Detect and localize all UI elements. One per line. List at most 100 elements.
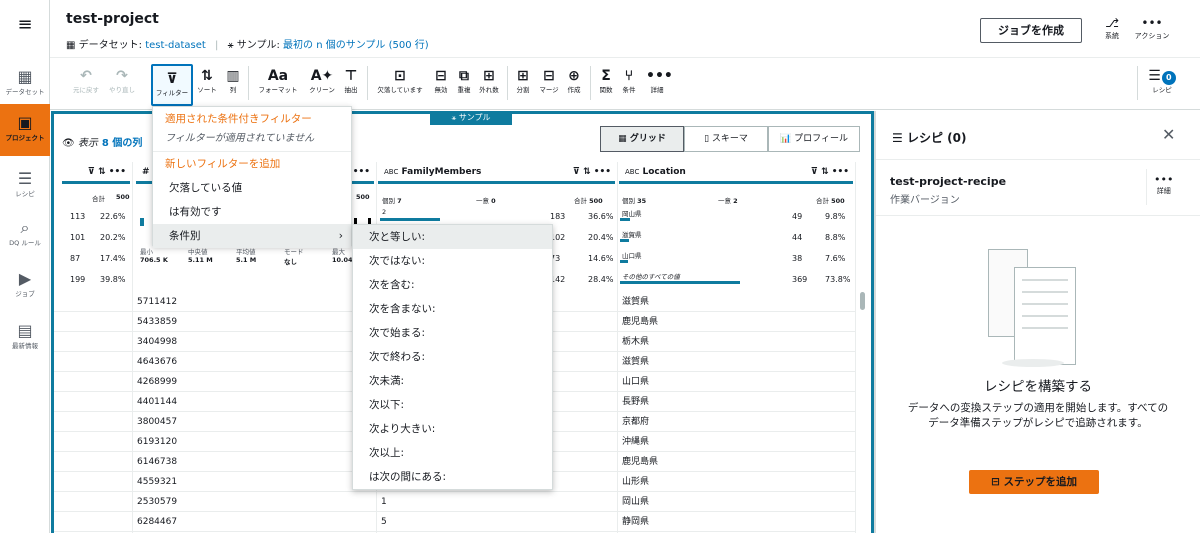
stat-percent: 36.6% bbox=[588, 212, 614, 221]
table-cell[interactable]: 1 bbox=[377, 492, 617, 512]
menu-item-condition[interactable]: 次以下: bbox=[353, 393, 552, 417]
create-button[interactable]: ⊕ 作成 bbox=[563, 63, 585, 105]
column-button[interactable]: ▥ 列 bbox=[221, 63, 245, 105]
split-button[interactable]: ⊞ 分割 bbox=[512, 63, 534, 105]
invalid-button[interactable]: ⊟ 無効 bbox=[430, 63, 452, 105]
scrollbar[interactable] bbox=[860, 292, 865, 310]
dataset-info: ▦ データセット: test-dataset | ⚹ サンプル: 最初の n 個… bbox=[66, 40, 429, 51]
table-cell[interactable]: 山形県 bbox=[618, 472, 855, 492]
menu-item-valid[interactable]: は有効です bbox=[153, 200, 351, 224]
column-controls-icon[interactable]: ⊽ ⇅ ••• bbox=[573, 162, 611, 182]
extract-icon: ⊤ bbox=[344, 68, 358, 84]
menu-item-condition[interactable]: 次を含む: bbox=[353, 273, 552, 297]
table-cell[interactable]: 3404998 bbox=[133, 332, 376, 352]
duplicate-button[interactable]: ⧉ 重複 bbox=[453, 63, 475, 105]
table-cell[interactable]: 岡山県 bbox=[618, 492, 855, 512]
nav-item-projects[interactable]: ▣ プロジェクト bbox=[0, 104, 50, 156]
table-cell[interactable]: 京都府 bbox=[618, 412, 855, 432]
column-controls-icon[interactable]: ⊽ ⇅ ••• bbox=[88, 162, 126, 182]
column-controls-icon[interactable]: ⊽ ⇅ ••• bbox=[811, 162, 849, 182]
schema-view-button[interactable]: ▯ スキーマ bbox=[684, 126, 768, 152]
table-cell[interactable]: 長野県 bbox=[618, 392, 855, 412]
grid-view-button[interactable]: ▦ グリッド bbox=[600, 126, 684, 152]
dataset-link[interactable]: test-dataset bbox=[145, 40, 206, 51]
nav-item-jobs[interactable]: ▶ ジョブ bbox=[0, 264, 50, 314]
menu-item-condition[interactable]: は次の間にある: bbox=[353, 465, 552, 489]
table-cell bbox=[54, 292, 132, 312]
schema-icon: ▯ bbox=[704, 134, 712, 144]
table-cell[interactable]: 滋賀県 bbox=[618, 292, 855, 312]
close-icon[interactable]: ✕ bbox=[1162, 125, 1175, 144]
profile-view-button[interactable]: 📊 プロフィール bbox=[768, 126, 860, 152]
menu-item-missing-values[interactable]: 欠落している値 bbox=[153, 176, 351, 200]
table-cell[interactable]: 5433859 bbox=[133, 312, 376, 332]
menu-item-condition[interactable]: 次と等しい: bbox=[353, 225, 552, 249]
menu-item-condition[interactable]: 次より大きい: bbox=[353, 417, 552, 441]
table-cell[interactable]: 沖縄県 bbox=[618, 432, 855, 452]
recipe-icon: ☰ 0 bbox=[1142, 66, 1182, 86]
stat-percent: 20.2% bbox=[100, 233, 126, 242]
table-cell[interactable]: 5711412 bbox=[133, 292, 376, 312]
nav-item-dq-rules[interactable]: ⌕ DQ ルール bbox=[0, 213, 50, 263]
missing-button[interactable]: ⊡ 欠落しています bbox=[372, 63, 428, 105]
column-header-location[interactable]: ABC Location ⊽ ⇅ ••• bbox=[619, 162, 853, 184]
table-cell[interactable]: 6193120 bbox=[133, 432, 376, 452]
menu-item-by-condition[interactable]: 条件別 › bbox=[153, 224, 351, 248]
table-cell[interactable]: 6146738 bbox=[133, 452, 376, 472]
nav-item-recipes[interactable]: ☰ レシピ bbox=[0, 164, 50, 214]
table-cell bbox=[54, 452, 132, 472]
table-cell[interactable]: 4559321 bbox=[133, 472, 376, 492]
extract-button[interactable]: ⊤ 抽出 bbox=[340, 63, 362, 105]
table-cell[interactable]: 6284467 bbox=[133, 512, 376, 532]
table-cell[interactable]: 4401144 bbox=[133, 392, 376, 412]
table-cell[interactable]: 4268999 bbox=[133, 372, 376, 392]
clean-button[interactable]: A✦ クリーン bbox=[305, 63, 339, 105]
table-cell[interactable]: 2530579 bbox=[133, 492, 376, 512]
sort-button[interactable]: ⇅ ソート bbox=[195, 63, 219, 105]
condition-button[interactable]: ⑂ 条件 bbox=[618, 63, 640, 105]
empty-state-description: データへの変換ステップの適用を開始します。すべてのデータ準備ステップがレシピで追… bbox=[907, 402, 1169, 429]
menu-item-condition[interactable]: 次で始まる: bbox=[353, 321, 552, 345]
stat-percent: 7.6% bbox=[825, 254, 846, 263]
column-header-familymembers[interactable]: ABC FamilyMembers ⊽ ⇅ ••• bbox=[378, 162, 615, 184]
format-button[interactable]: Aa フォーマット bbox=[254, 63, 302, 105]
stat-percent: 9.8% bbox=[825, 212, 846, 221]
outlier-button[interactable]: ⊞ 外れ数 bbox=[476, 63, 502, 105]
table-cell[interactable]: 鹿児島県 bbox=[618, 312, 855, 332]
table-cell[interactable]: 4643676 bbox=[133, 352, 376, 372]
table-cell[interactable]: 滋賀県 bbox=[618, 352, 855, 372]
create-job-button[interactable]: ジョブを作成 bbox=[980, 18, 1082, 43]
column-header[interactable]: ⊽ ⇅ ••• bbox=[62, 162, 130, 184]
hamburger-menu-icon[interactable]: ≡ bbox=[0, 0, 50, 50]
menu-item-condition[interactable]: 次未満: bbox=[353, 369, 552, 393]
details-button[interactable]: ••• 詳細 bbox=[646, 63, 673, 105]
table-cell[interactable]: 5 bbox=[377, 512, 617, 532]
filter-button[interactable]: ⊽ フィルター bbox=[151, 64, 193, 106]
recipe-details-button[interactable]: ••• 詳細 bbox=[1154, 173, 1173, 196]
recipe-toggle-button[interactable]: ☰ 0 レシピ bbox=[1142, 63, 1182, 105]
actions-button[interactable]: ••• アクション bbox=[1130, 16, 1174, 41]
add-step-button[interactable]: ⊟ ステップを追加 bbox=[969, 470, 1099, 494]
lineage-button[interactable]: ⎇ 系統 bbox=[1097, 16, 1127, 41]
table-cell[interactable]: 栃木県 bbox=[618, 332, 855, 352]
column-controls-icon[interactable]: ••• bbox=[353, 162, 370, 182]
menu-item-condition[interactable]: 次で終わる: bbox=[353, 345, 552, 369]
merge-button[interactable]: ⊟ マージ bbox=[536, 63, 562, 105]
stat-percent: 20.4% bbox=[588, 233, 614, 242]
empty-recipe-illustration-icon bbox=[988, 249, 1078, 369]
table-cell[interactable]: 静岡県 bbox=[618, 512, 855, 532]
table-cell[interactable]: 鹿児島県 bbox=[618, 452, 855, 472]
table-cell[interactable]: 山口県 bbox=[618, 372, 855, 392]
undo-button[interactable]: ↶ 元に戻す bbox=[70, 63, 102, 105]
functions-button[interactable]: Σ 関数 bbox=[595, 63, 617, 105]
menu-item-condition[interactable]: 次を含まない: bbox=[353, 297, 552, 321]
menu-item-condition[interactable]: 次以上: bbox=[353, 441, 552, 465]
redo-button[interactable]: ↷ やり直し bbox=[106, 63, 138, 105]
menu-item-condition[interactable]: 次ではない: bbox=[353, 249, 552, 273]
table-cell[interactable]: 3800457 bbox=[133, 412, 376, 432]
divider bbox=[590, 66, 591, 100]
column-icon: ▥ bbox=[226, 68, 240, 84]
stat-percent: 73.8% bbox=[825, 275, 851, 284]
sample-link[interactable]: 最初の n 個のサンプル (500 行) bbox=[283, 40, 429, 51]
nav-item-whats-new[interactable]: ▤ 最新情報 bbox=[0, 316, 50, 366]
